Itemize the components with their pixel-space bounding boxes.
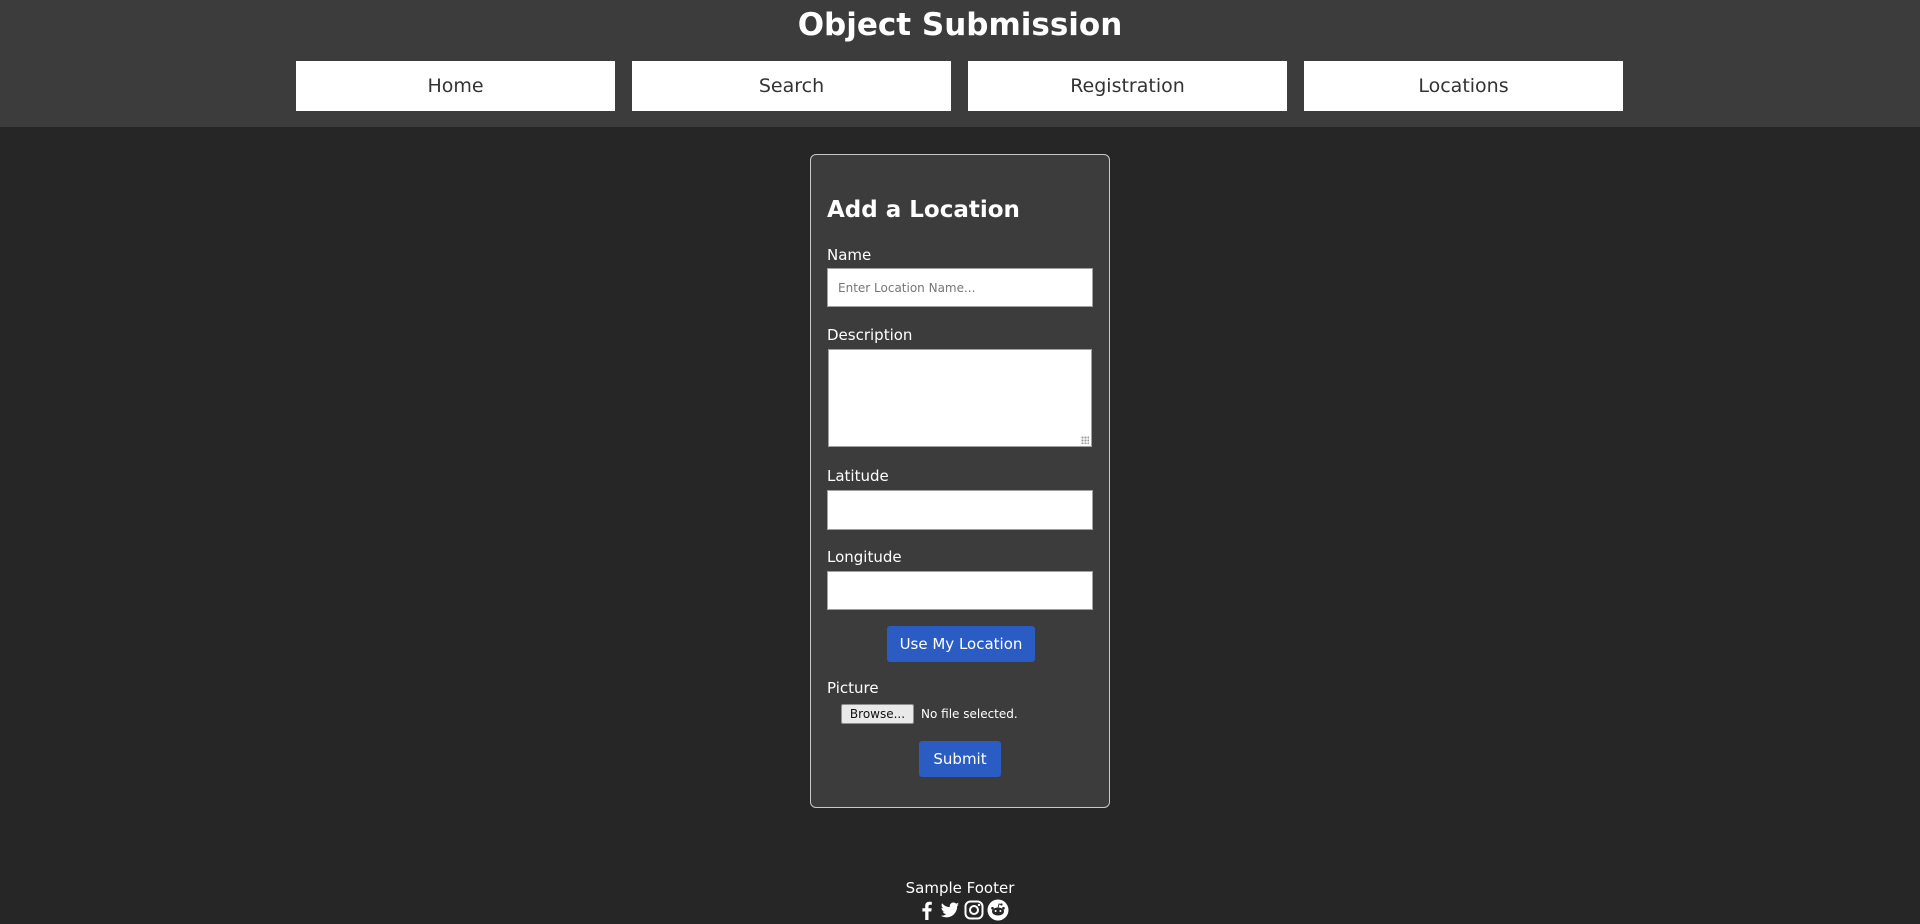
main-nav: Home Search Registration Locations (296, 61, 1624, 111)
social-links (916, 899, 1009, 921)
footer-text: Sample Footer (905, 879, 1015, 897)
use-my-location-button[interactable]: Use My Location (887, 626, 1035, 662)
add-location-form: Add a Location Name Description Latitude… (810, 154, 1110, 808)
nav-item-registration[interactable]: Registration (968, 61, 1287, 111)
facebook-icon[interactable] (916, 899, 938, 921)
site-header: Object Submission Home Search Registrati… (0, 0, 1920, 127)
twitter-icon[interactable] (939, 899, 961, 921)
form-title: Add a Location (827, 197, 1020, 223)
reddit-icon[interactable] (987, 899, 1009, 921)
site-title: Object Submission (797, 7, 1123, 43)
name-label: Name (827, 246, 872, 264)
resize-grip-icon[interactable] (1081, 436, 1089, 444)
description-label: Description (827, 326, 913, 344)
latitude-input[interactable] (827, 490, 1093, 530)
nav-item-search[interactable]: Search (632, 61, 951, 111)
submit-button[interactable]: Submit (919, 741, 1001, 777)
description-wrapper (828, 349, 1092, 447)
instagram-icon[interactable] (963, 899, 985, 921)
file-status-text: No file selected. (921, 707, 1018, 721)
description-textarea[interactable] (828, 349, 1092, 447)
browse-button[interactable]: Browse... (841, 704, 914, 724)
longitude-input[interactable] (827, 571, 1093, 610)
picture-file-input: Browse... No file selected. (841, 704, 1101, 724)
location-name-input[interactable] (827, 268, 1093, 307)
nav-item-locations[interactable]: Locations (1304, 61, 1623, 111)
latitude-label: Latitude (827, 467, 889, 485)
nav-item-home[interactable]: Home (296, 61, 615, 111)
longitude-label: Longitude (827, 548, 902, 566)
picture-label: Picture (827, 679, 879, 697)
